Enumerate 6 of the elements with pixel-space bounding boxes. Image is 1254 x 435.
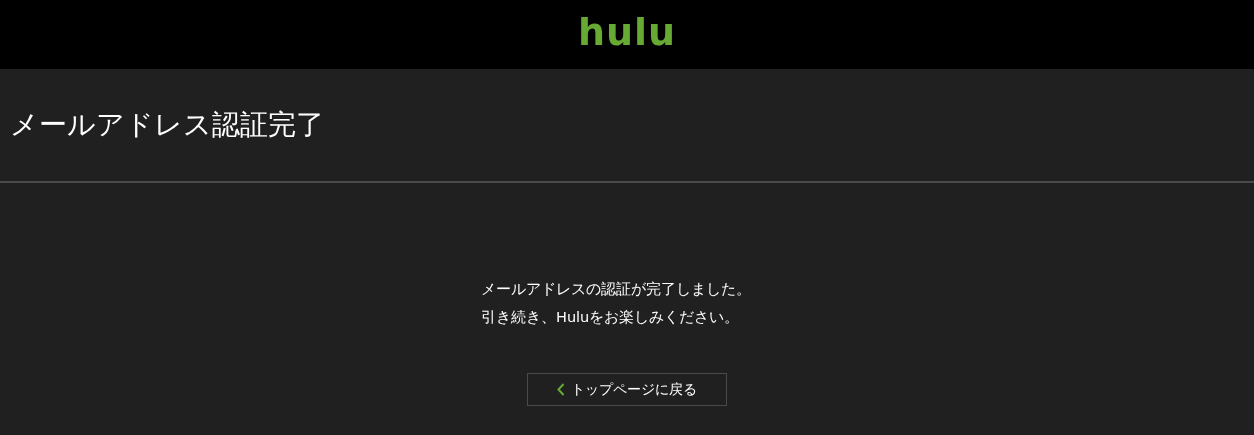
logo[interactable]: hulu [577, 12, 677, 51]
page-title: メールアドレス認証完了 [10, 107, 324, 143]
message-text: メールアドレスの認証が完了しました。 [481, 280, 752, 299]
back-button[interactable]: トップページに戻る [527, 373, 727, 406]
message-text: 引き続き、Huluをお楽しみください。 [481, 308, 741, 327]
chevron-left-icon [557, 383, 565, 396]
